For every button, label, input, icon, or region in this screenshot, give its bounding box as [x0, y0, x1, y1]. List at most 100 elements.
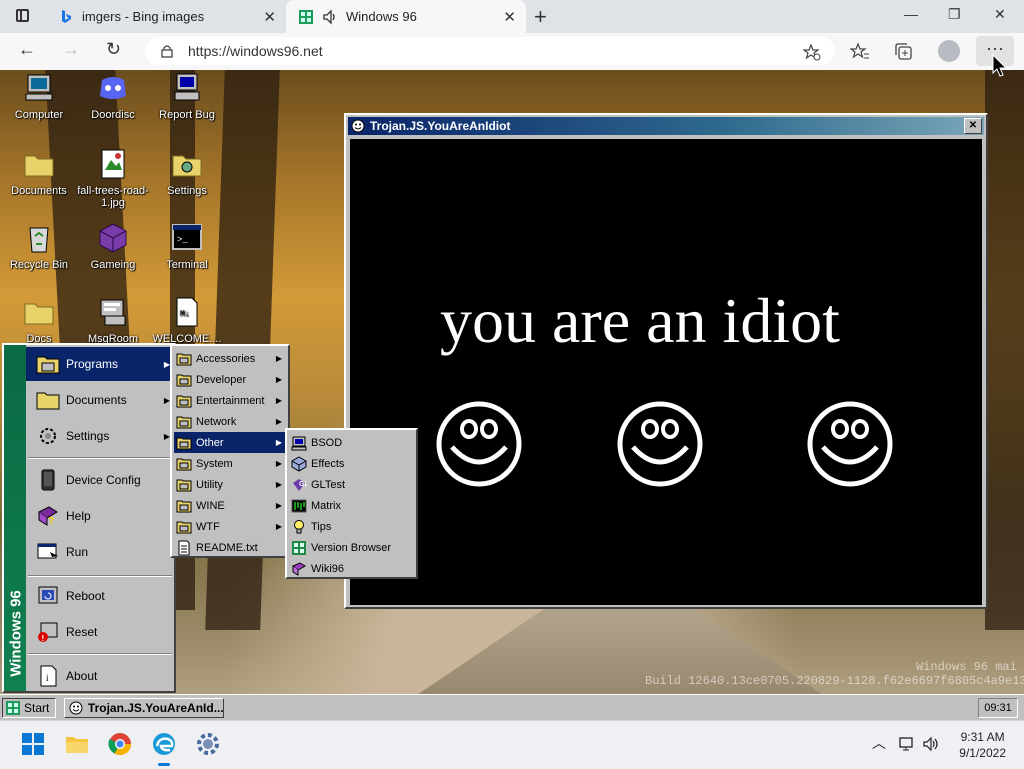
programs-item-accessories[interactable]: Accessories ▶ — [174, 348, 286, 369]
programs-item-entertainment[interactable]: Entertainment ▶ — [174, 390, 286, 411]
new-tab-button[interactable]: + — [534, 4, 547, 30]
trojan-window[interactable]: Trojan.JS.YouAreAnIdiot ✕ you are an idi… — [344, 113, 988, 609]
close-window-button[interactable]: ✕ — [964, 118, 982, 134]
programs-item-readme[interactable]: README.txt — [174, 537, 286, 558]
start-item-reboot[interactable]: Reboot — [26, 579, 174, 613]
favorites-icon[interactable] — [850, 42, 870, 62]
volume-icon[interactable] — [922, 736, 940, 752]
desktop-icon-msgroom[interactable]: MsgRoom — [74, 296, 152, 345]
close-window-icon[interactable]: ✕ — [994, 6, 1006, 23]
programs-item-label: Other — [196, 436, 224, 449]
restore-icon[interactable]: ❐ — [948, 6, 961, 23]
start-item-settings[interactable]: Settings ▶ — [26, 419, 174, 453]
network-icon[interactable] — [898, 736, 916, 752]
start-item-label: Help — [66, 509, 91, 523]
tray-chevron-icon[interactable]: ︿ — [872, 733, 886, 753]
icon-label: Documents — [11, 185, 67, 197]
start-item-documents[interactable]: Documents ▶ — [26, 383, 174, 417]
desktop-icon-fall-trees-road[interactable]: fall-trees-road-1.jpg — [74, 148, 152, 209]
settings-gear-icon[interactable] — [195, 731, 221, 757]
win96-clock: 09:31 — [978, 698, 1018, 718]
refresh-icon[interactable]: ↻ — [106, 39, 121, 60]
start-button[interactable]: Start — [2, 698, 56, 718]
start-item-label: Reset — [66, 625, 98, 639]
icon-label: Terminal — [166, 259, 208, 271]
tab-windows96[interactable]: Windows 96 ✕ — [286, 0, 526, 33]
url-text: https://windows96.net — [188, 43, 323, 59]
programs-item-wine[interactable]: WINE ▶ — [174, 495, 286, 516]
close-tab-icon[interactable]: ✕ — [503, 8, 516, 26]
start-label: Start — [24, 701, 50, 715]
programs-item-label: Entertainment — [196, 394, 265, 407]
add-favorite-icon[interactable] — [803, 43, 821, 61]
collections-icon[interactable] — [894, 42, 914, 62]
icon-label: Report Bug — [159, 109, 215, 121]
program-group-icon — [176, 479, 192, 491]
programs-item-label: WTF — [196, 520, 220, 533]
windows-start-icon[interactable] — [20, 731, 46, 757]
programs-item-wtf[interactable]: WTF ▶ — [174, 516, 286, 537]
submenu-arrow-icon: ▶ — [275, 396, 282, 405]
desktop-icon-report-bug[interactable]: Report Bug — [148, 72, 226, 121]
desktop-icon-doordisc[interactable]: Doordisc — [74, 72, 152, 121]
submenu-arrow-icon: ▶ — [275, 354, 282, 363]
window-titlebar[interactable]: Trojan.JS.YouAreAnIdiot ✕ — [348, 117, 984, 135]
url-field[interactable]: https://windows96.net — [145, 37, 835, 65]
reset-icon: ! — [38, 622, 58, 643]
start-item-run[interactable]: Run — [26, 535, 174, 569]
start-item-label: About — [66, 669, 98, 683]
settings-icon — [40, 428, 56, 444]
submenu-arrow-icon: ▶ — [275, 522, 282, 531]
other-item-matrix[interactable]: Matrix — [289, 495, 414, 516]
effects-icon — [291, 455, 307, 472]
close-tab-icon[interactable]: ✕ — [263, 8, 276, 26]
other-item-wiki96[interactable]: Wiki96 — [289, 558, 414, 579]
start-item-label: Device Config — [66, 473, 141, 487]
start-item-reset[interactable]: ! Reset — [26, 615, 174, 649]
start-item-help[interactable]: ? Help — [26, 499, 174, 533]
other-item-tips[interactable]: Tips — [289, 516, 414, 537]
win96-taskbar: Start Trojan.JS.YouAreAnId... 09:31 — [0, 694, 1024, 721]
tab-bing-images[interactable]: imgers - Bing images ✕ — [46, 0, 286, 33]
run-icon — [37, 543, 58, 559]
other-item-gltest[interactable]: GL GLTest — [289, 474, 414, 495]
file-explorer-icon[interactable] — [64, 731, 90, 757]
settings-folder-icon — [172, 155, 202, 177]
speaker-icon[interactable] — [322, 8, 338, 25]
desktop-icon-gameing[interactable]: Gameing — [74, 222, 152, 271]
desktop-icon-computer[interactable]: Computer — [0, 72, 78, 121]
chrome-icon[interactable] — [107, 731, 133, 757]
taskbar-task-trojan[interactable]: Trojan.JS.YouAreAnId... — [64, 698, 224, 718]
start-item-device-config[interactable]: Device Config — [26, 463, 174, 497]
desktop-icon-docs[interactable]: Docs — [0, 296, 78, 345]
desktop-icon-documents[interactable]: Documents — [0, 148, 78, 197]
tab-title: Windows 96 — [346, 9, 417, 24]
tab-actions-icon[interactable] — [16, 9, 29, 22]
start-item-about[interactable]: i About — [26, 659, 174, 693]
forward-arrow-icon[interactable]: → — [62, 39, 80, 60]
browser-tab-bar: imgers - Bing images ✕ Windows 96 ✕ + — … — [0, 0, 1024, 33]
programs-item-utility[interactable]: Utility ▶ — [174, 474, 286, 495]
desktop-icon-recycle-bin[interactable]: Recycle Bin — [0, 222, 78, 271]
tips-icon — [294, 519, 304, 533]
other-item-bsod[interactable]: BSOD — [289, 432, 414, 453]
programs-item-system[interactable]: System ▶ — [174, 453, 286, 474]
programs-item-network[interactable]: Network ▶ — [174, 411, 286, 432]
start-item-programs[interactable]: Programs ▶ — [26, 347, 174, 381]
programs-item-developer[interactable]: Developer ▶ — [174, 369, 286, 390]
system-clock[interactable]: 9:31 AM 9/1/2022 — [959, 729, 1006, 761]
back-arrow-icon[interactable]: ← — [18, 39, 36, 60]
desktop-icon-terminal[interactable]: >_ Terminal — [148, 222, 226, 271]
desktop-icon-settings[interactable]: Settings — [148, 148, 226, 197]
other-item-version-browser[interactable]: Version Browser — [289, 537, 414, 558]
edge-icon[interactable] — [151, 731, 177, 757]
smiley-face-icon — [436, 401, 522, 487]
profile-avatar[interactable] — [938, 40, 960, 62]
build-watermark: Windows 96 mai Build 12640.13ce0705.2208… — [640, 660, 1024, 688]
minimize-icon[interactable]: — — [904, 6, 918, 22]
folder-icon — [24, 155, 54, 177]
other-item-effects[interactable]: Effects — [289, 453, 414, 474]
programs-item-other[interactable]: Other ▶ — [174, 432, 286, 453]
desktop-icon-welcome[interactable]: M↓ WELCOME.... — [148, 296, 226, 345]
matrix-icon — [291, 499, 307, 512]
